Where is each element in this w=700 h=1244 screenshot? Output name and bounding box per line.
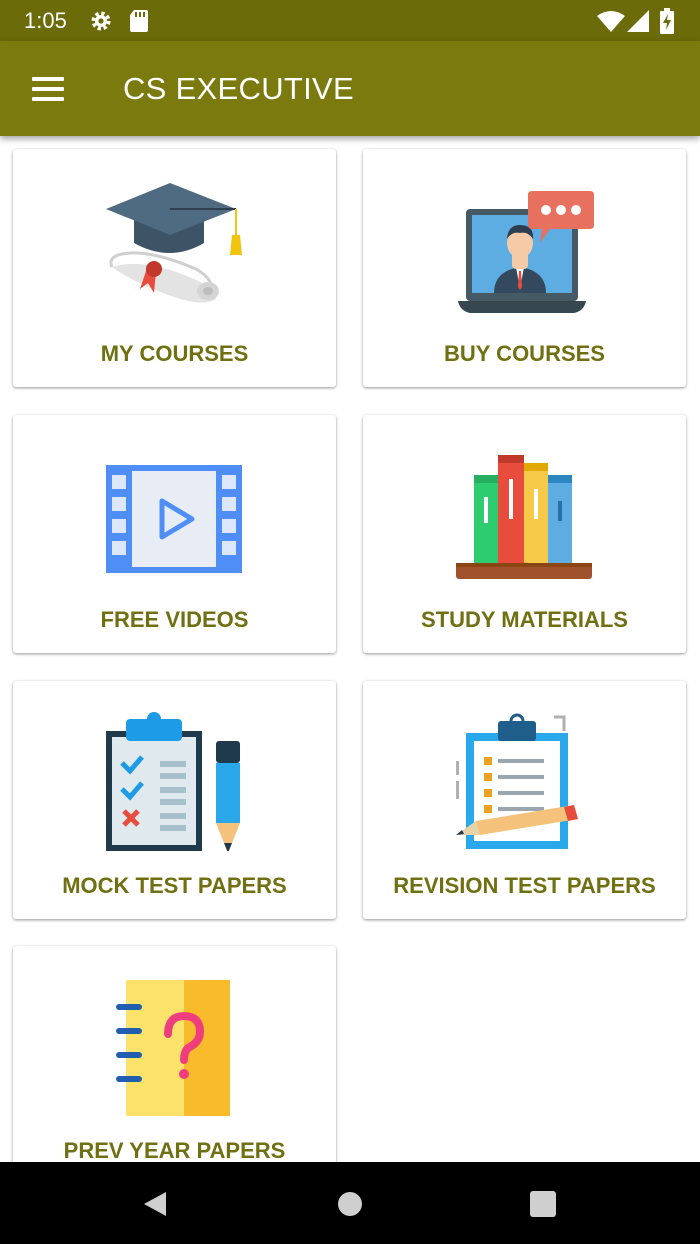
status-bar: 1:05 (0, 0, 700, 41)
recents-icon[interactable] (525, 1186, 561, 1222)
wifi-icon (597, 10, 625, 37)
card-label: MY COURSES (100, 341, 249, 366)
revision-clipboard-icon (454, 711, 594, 851)
hamburger-menu-icon[interactable] (20, 65, 76, 113)
prev-year-papers-card[interactable]: PREV YEAR PAPERS (13, 946, 336, 1162)
system-nav-bar (0, 1162, 700, 1244)
home-icon[interactable] (332, 1186, 368, 1222)
battery-charging-icon (660, 8, 674, 39)
mock-test-papers-card[interactable]: MOCK TEST PAPERS (13, 681, 336, 919)
signal-icon (627, 10, 649, 37)
card-label: MOCK TEST PAPERS (62, 873, 287, 898)
back-icon[interactable] (138, 1186, 174, 1222)
sd-card-icon (129, 9, 149, 38)
online-teacher-icon (454, 179, 594, 319)
revision-test-papers-card[interactable]: REVISION TEST PAPERS (363, 681, 686, 919)
card-label: BUY COURSES (444, 341, 605, 366)
checklist-clipboard-icon (104, 711, 244, 853)
app-title: CS EXECUTIVE (123, 71, 354, 106)
card-label: PREV YEAR PAPERS (63, 1138, 286, 1162)
card-label: FREE VIDEOS (100, 607, 249, 632)
study-materials-card[interactable]: STUDY MATERIALS (363, 415, 686, 653)
menu-grid: MY COURSES BUY COURSES FREE VIDEOS STUDY… (0, 136, 700, 1162)
settings-icon (89, 9, 113, 38)
free-videos-card[interactable]: FREE VIDEOS (13, 415, 336, 653)
card-label: REVISION TEST PAPERS (393, 873, 656, 898)
status-time: 1:05 (24, 8, 67, 33)
card-label: STUDY MATERIALS (421, 607, 628, 632)
app-bar: CS EXECUTIVE (0, 41, 700, 136)
my-courses-card[interactable]: MY COURSES (13, 149, 336, 387)
books-shelf-icon (454, 445, 594, 585)
buy-courses-card[interactable]: BUY COURSES (363, 149, 686, 387)
question-notebook-icon (104, 976, 244, 1116)
video-film-icon (104, 445, 244, 585)
graduation-cap-icon (104, 179, 244, 319)
